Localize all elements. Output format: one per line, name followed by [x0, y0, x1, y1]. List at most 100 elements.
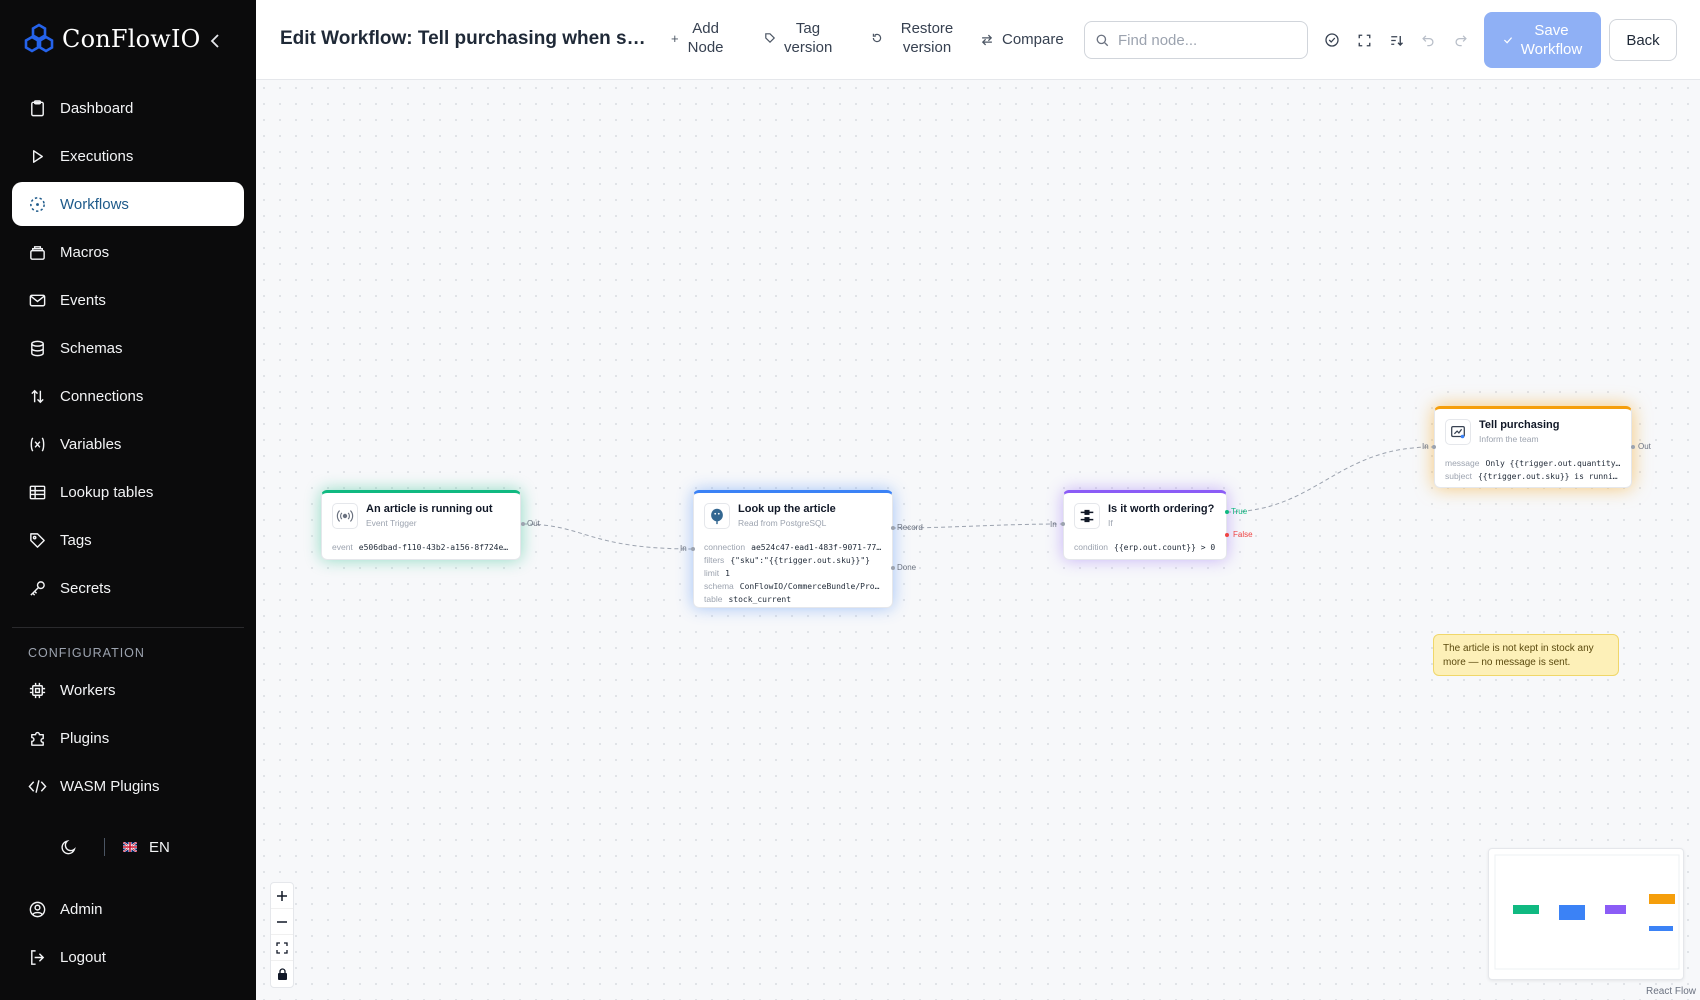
postgres-icon — [704, 503, 730, 529]
sidebar: ConFlowIO Dashboard Executions Workflows… — [0, 0, 256, 1000]
node-notify[interactable]: Tell purchasing Inform the team message O… — [1434, 406, 1632, 488]
redo-button[interactable] — [1452, 31, 1470, 49]
node-props: event e506dbad-f110-43b2-a156-8f724e... — [332, 542, 510, 552]
edge-decision-to-notify[interactable] — [1226, 446, 1433, 513]
node-postgres-read[interactable]: Look up the article Read from PostgreSQL… — [693, 490, 893, 608]
check-icon — [1503, 37, 1512, 44]
port-handle-record[interactable] — [891, 526, 895, 530]
redo-icon — [1455, 35, 1467, 47]
port-handle-false[interactable] — [1225, 533, 1229, 537]
sidebar-item-schemas[interactable]: Schemas — [12, 326, 244, 370]
plus-icon: + — [671, 30, 679, 46]
node-title: An article is running out — [366, 503, 493, 515]
broadcast-icon — [332, 503, 358, 529]
back-button[interactable]: Back — [1609, 19, 1677, 61]
restore-version-button[interactable]: Restore version — [871, 19, 963, 57]
collapse-sidebar-button[interactable] — [204, 30, 226, 52]
undo-button[interactable] — [1419, 31, 1437, 49]
minimap[interactable] — [1488, 848, 1684, 980]
sidebar-item-wasm-plugins[interactable]: WASM Plugins — [12, 764, 244, 808]
sidebar-item-label: Admin — [60, 900, 103, 918]
port-handle-true[interactable] — [1225, 510, 1229, 514]
workflow-icon — [30, 196, 45, 212]
sidebar-item-label: Secrets — [60, 579, 111, 597]
port-in-label: In — [1050, 520, 1057, 529]
sidebar-item-secrets[interactable]: Secrets — [12, 566, 244, 610]
language-switcher[interactable]: EN — [123, 839, 170, 856]
uk-flag-icon — [123, 842, 137, 852]
sidebar-item-workflows[interactable]: Workflows — [12, 182, 244, 226]
sidebar-item-logout[interactable]: Logout — [12, 935, 244, 979]
sidebar-item-dashboard[interactable]: Dashboard — [12, 86, 244, 130]
workflow-canvas[interactable]: An article is running out Event Trigger … — [256, 80, 1700, 1000]
search-input[interactable] — [1118, 31, 1298, 49]
sticky-note[interactable]: The article is not kept in stock any mor… — [1433, 634, 1619, 676]
node-subtitle: If — [1108, 518, 1113, 528]
fit-view-button[interactable] — [271, 935, 293, 961]
sidebar-item-label: Lookup tables — [60, 483, 154, 501]
page-title: Edit Workflow: Tell purchasing when stoc… — [280, 28, 650, 49]
sidebar-item-tags[interactable]: Tags — [12, 518, 244, 562]
play-icon — [32, 149, 43, 163]
port-record-label: Record — [897, 523, 923, 532]
node-subtitle: Read from PostgreSQL — [738, 518, 827, 528]
find-node-search[interactable] — [1084, 21, 1308, 59]
brand[interactable]: ConFlowIO — [22, 22, 201, 56]
port-handle-out[interactable] — [1631, 445, 1635, 449]
plus-icon — [277, 890, 287, 901]
sort-icon — [1390, 35, 1403, 46]
sidebar-item-macros[interactable]: Macros — [12, 230, 244, 274]
port-handle-out[interactable] — [521, 522, 525, 526]
node-props: messageOnly {{trigger.out.quantity}}... … — [1445, 458, 1621, 481]
add-node-button[interactable]: + Add Node — [671, 19, 725, 57]
sidebar-item-label: Workflows — [60, 195, 129, 213]
fullscreen-button[interactable] — [1355, 31, 1373, 49]
minimap-node-decision — [1605, 905, 1626, 914]
restore-icon — [872, 33, 882, 43]
lock-icon — [277, 968, 287, 980]
mail-icon — [29, 294, 46, 306]
validate-button[interactable] — [1323, 31, 1341, 49]
port-handle-in[interactable] — [1432, 445, 1436, 449]
save-workflow-button[interactable]: Save Workflow — [1484, 12, 1601, 68]
port-done-label: Done — [897, 563, 917, 572]
minimap-node-notify — [1649, 894, 1675, 904]
compare-button[interactable]: Compare — [980, 30, 1064, 49]
port-handle-done[interactable] — [891, 566, 895, 570]
lock-button[interactable] — [271, 961, 293, 987]
node-if-condition[interactable]: Is it worth ordering? If condition {{erp.… — [1063, 490, 1227, 560]
sidebar-item-label: Dashboard — [60, 99, 134, 117]
tag-version-button[interactable]: Tag version — [764, 19, 832, 57]
auto-layout-button[interactable] — [1387, 31, 1405, 49]
sidebar-item-label: Executions — [60, 147, 134, 165]
sidebar-item-executions[interactable]: Executions — [12, 134, 244, 178]
chevron-left-icon — [210, 34, 219, 48]
node-props: connection ae524c47-ead1-483f-9071-77... … — [704, 542, 882, 604]
minimap-note — [1649, 926, 1673, 931]
topbar: Edit Workflow: Tell purchasing when stoc… — [256, 0, 1700, 80]
branch-icon — [1074, 503, 1100, 529]
sidebar-item-lookup-tables[interactable]: Lookup tables — [12, 470, 244, 514]
sidebar-item-label: Plugins — [60, 729, 110, 747]
sidebar-item-workers[interactable]: Workers — [12, 668, 244, 712]
node-subtitle: Event Trigger — [366, 518, 417, 528]
edge-trigger-to-lookup[interactable] — [522, 523, 695, 550]
port-handle-in[interactable] — [691, 547, 695, 551]
zoom-out-button[interactable] — [271, 909, 293, 935]
sidebar-item-plugins[interactable]: Plugins — [12, 716, 244, 760]
node-event-trigger[interactable]: An article is running out Event Trigger … — [321, 490, 521, 560]
sidebar-item-events[interactable]: Events — [12, 278, 244, 322]
account-nav: Admin Logout — [12, 887, 244, 983]
fullscreen-icon — [1358, 34, 1370, 46]
undo-icon — [1422, 35, 1434, 47]
tag-icon — [30, 532, 45, 548]
port-handle-in[interactable] — [1061, 522, 1065, 526]
theme-toggle[interactable] — [60, 838, 78, 856]
sidebar-item-connections[interactable]: Connections — [12, 374, 244, 418]
zoom-in-button[interactable] — [271, 883, 293, 909]
sidebar-item-admin[interactable]: Admin — [12, 887, 244, 931]
section-label-configuration: CONFIGURATION — [28, 646, 145, 660]
react-flow-attribution[interactable]: React Flow — [1646, 986, 1696, 997]
sidebar-item-variables[interactable]: Variables — [12, 422, 244, 466]
fit-view-icon — [276, 941, 288, 954]
